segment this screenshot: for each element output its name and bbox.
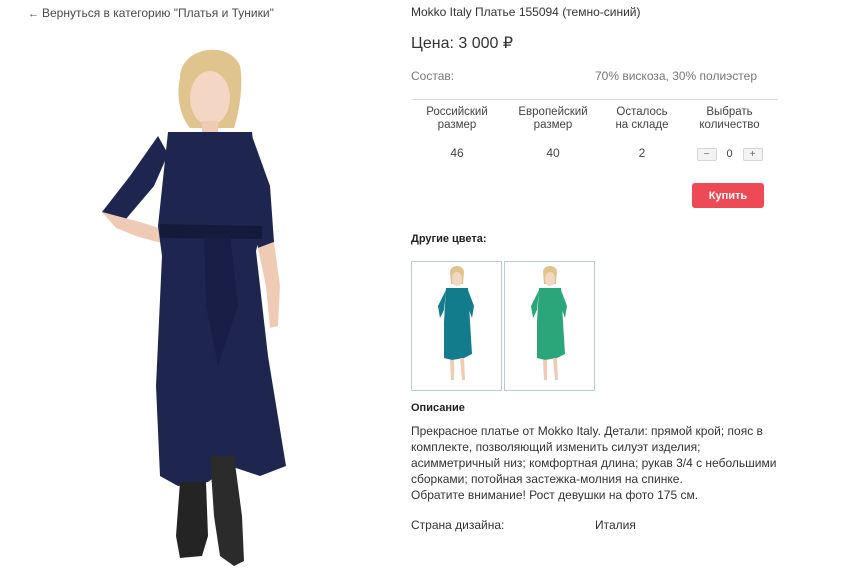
stock-value: 2 [638, 146, 646, 160]
composition-label: Состав: [411, 69, 455, 83]
size-table-row: 46 40 2 − 0 + [411, 144, 778, 164]
header-stock: Осталось на складе [615, 106, 669, 131]
other-colors-heading: Другие цвета: [411, 233, 487, 245]
size-table-header: Российский размер Европейский размер Ост… [411, 100, 778, 144]
eu-size-value: 40 [546, 146, 560, 160]
buy-button[interactable]: Купить [692, 183, 764, 208]
model-dress-illustration [102, 49, 286, 566]
back-to-category-link[interactable]: ← Вернуться в категорию "Платья и Туники" [28, 6, 274, 20]
arrow-left-icon: ← [28, 8, 39, 20]
design-country-label: Страна дизайна: [411, 518, 505, 532]
teal-dress-illustration [438, 266, 474, 380]
teal-variant-thumbnail[interactable] [411, 261, 502, 391]
back-link-label: Вернуться в категорию "Платья и Туники" [42, 6, 274, 20]
design-country-value: Италия [595, 518, 636, 532]
product-title: Mokko Italy Платье 155094 (темно-синий) [411, 5, 641, 19]
quantity-value[interactable]: 0 [723, 148, 737, 161]
color-variants [411, 261, 595, 391]
header-ru-size: Российский размер [426, 106, 488, 131]
description-heading: Описание [411, 402, 465, 414]
size-table: Российский размер Европейский размер Ост… [411, 99, 778, 164]
quantity-stepper: − 0 + [696, 148, 763, 161]
composition-value: 70% вискоза, 30% полиэстер [595, 69, 757, 83]
quantity-cell: − 0 + [681, 144, 778, 164]
ru-size-value: 46 [450, 146, 464, 160]
product-price: Цена: 3 000 ₽ [411, 35, 514, 52]
quantity-increase-button[interactable]: + [742, 148, 763, 161]
main-product-photo[interactable] [30, 36, 392, 575]
quantity-decrease-button[interactable]: − [696, 148, 717, 161]
description-text: Прекрасное платье от Mokko Italy. Детали… [411, 424, 777, 486]
description-body: Прекрасное платье от Mokko Italy. Детали… [411, 423, 781, 503]
header-quantity: Выбрать количество [699, 106, 760, 131]
description-note: Обратите внимание! Рост девушки на фото … [411, 488, 699, 502]
green-dress-illustration [531, 266, 567, 380]
header-eu-size: Европейский размер [518, 106, 588, 131]
green-variant-thumbnail[interactable] [504, 261, 595, 391]
